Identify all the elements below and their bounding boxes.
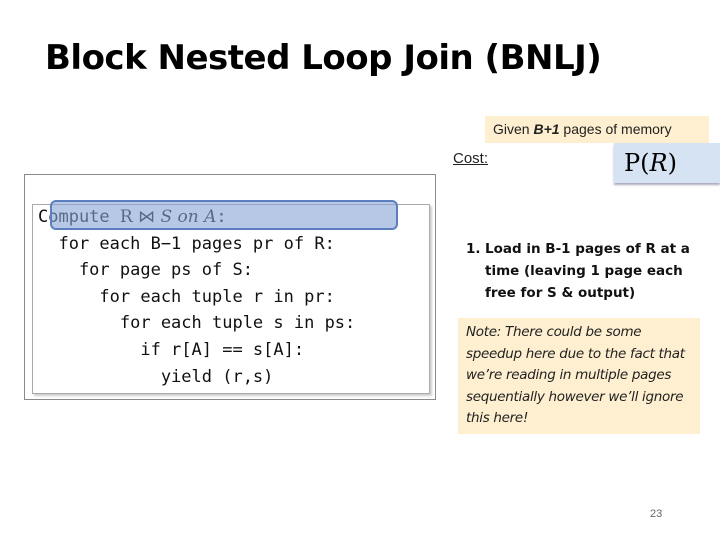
given-prefix: Given <box>493 121 534 137</box>
page-number: 23 <box>650 508 663 520</box>
line-highlight-overlay <box>50 200 398 230</box>
cost-close: ) <box>667 149 677 177</box>
code-line: for each B−1 pages pr of R: <box>38 233 335 254</box>
note-callout: Note: There could be some speedup here d… <box>458 318 700 434</box>
step-text: Load in B-1 pages of R at a time (leavin… <box>485 241 690 301</box>
code-line: for each tuple r in pr: <box>38 286 335 307</box>
slide-title: Block Nested Loop Join (BNLJ) <box>45 38 602 78</box>
step-number: 1. <box>466 241 481 257</box>
code-line: yield (r,s) <box>38 366 274 387</box>
code-line: for each tuple s in ps: <box>38 313 356 334</box>
cost-arg: R <box>649 149 668 177</box>
given-suffix: pages of memory <box>559 121 672 137</box>
given-memory-callout: Given B+1 pages of memory <box>485 116 709 143</box>
code-line: for page ps of S: <box>38 260 253 281</box>
cost-label: Cost: <box>453 150 489 167</box>
pseudocode-block: Compute R ⋈ S on A: for each B−1 pages p… <box>38 204 355 390</box>
step-item: 1. Load in B-1 pages of R at a time (lea… <box>466 238 706 304</box>
given-emphasis: B+1 <box>533 121 560 137</box>
cost-formula: P(R) <box>614 143 720 183</box>
cost-fn: P( <box>624 149 650 177</box>
code-line: if r[A] == s[A]: <box>38 339 305 360</box>
